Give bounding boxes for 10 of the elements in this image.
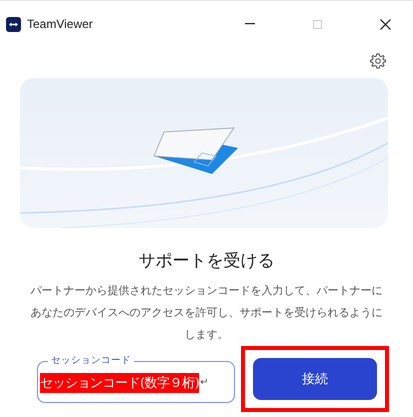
close-icon[interactable] [380,18,391,30]
connect-button[interactable]: 接続 [253,358,377,400]
logo-icon [6,16,21,32]
heading: サポートを受ける [138,250,276,272]
minimize-icon[interactable] [245,23,255,25]
session-code-field[interactable]: セッションコード セッションコード(数字９桁)↵ [37,355,235,403]
return-mark: ↵ [200,377,209,388]
description: パートナーから提供されたセッションコードを入力して、パートナーにあなたのデバイスへのアクセスを許可し、サポートを受けられるようにします。 [30,283,384,343]
settings-icon[interactable] [370,53,386,69]
window-title: TeamViewer [27,17,93,31]
